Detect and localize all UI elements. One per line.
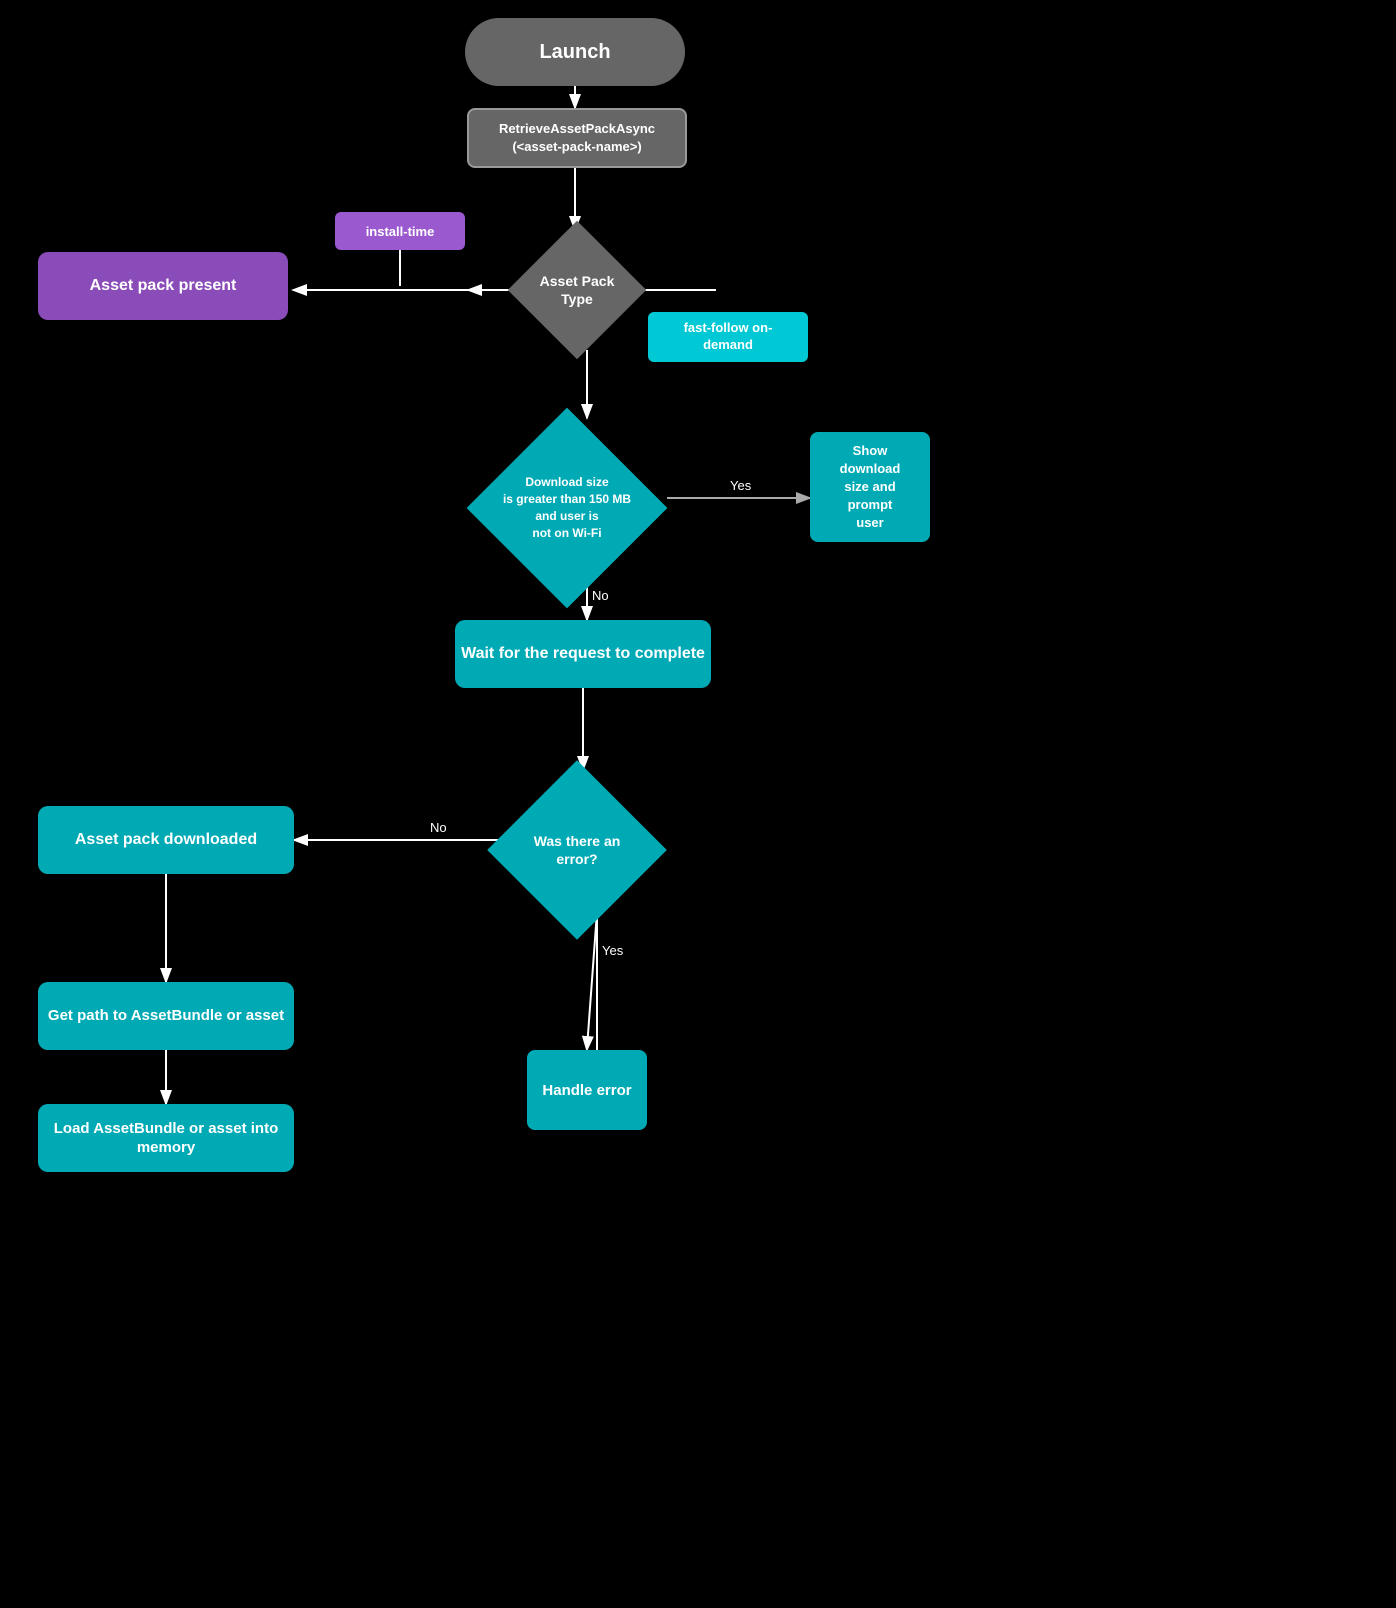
connector-lines: No Yes No Yes (0, 0, 1396, 1608)
download-size-diamond: Download sizeis greater than 150 MBand u… (467, 408, 667, 608)
was-error-text: Was there anerror? (534, 833, 621, 867)
svg-text:No: No (430, 820, 447, 835)
asset-pack-present-node: Asset pack present (38, 252, 288, 320)
was-error-diamond: Was there anerror? (487, 760, 667, 940)
get-path-node: Get path to AssetBundle or asset (38, 982, 294, 1050)
wait-request-node: Wait for the request to complete (455, 620, 711, 688)
asset-pack-type-diamond: Asset PackType (507, 220, 647, 360)
handle-error-node: Handle error (527, 1050, 647, 1130)
download-size-text: Download sizeis greater than 150 MBand u… (503, 475, 631, 539)
launch-node: Launch (465, 18, 685, 86)
svg-text:Yes: Yes (602, 943, 624, 958)
load-asset-node: Load AssetBundle or asset into memory (38, 1104, 294, 1172)
flowchart: No Yes No Yes Launch RetrieveAssetPackAs… (0, 0, 1396, 1608)
retrieve-node: RetrieveAssetPackAsync(<asset-pack-name>… (467, 108, 687, 168)
fast-follow-label: fast-follow on-demand (648, 312, 808, 362)
svg-text:Yes: Yes (730, 478, 752, 493)
install-time-label: install-time (335, 212, 465, 250)
show-download-node: Showdownloadsize andpromptuser (810, 432, 930, 542)
retrieve-label: RetrieveAssetPackAsync(<asset-pack-name>… (499, 120, 655, 156)
asset-pack-type-text: Asset PackType (540, 273, 615, 307)
asset-pack-downloaded-node: Asset pack downloaded (38, 806, 294, 874)
show-download-label: Showdownloadsize andpromptuser (840, 442, 901, 533)
